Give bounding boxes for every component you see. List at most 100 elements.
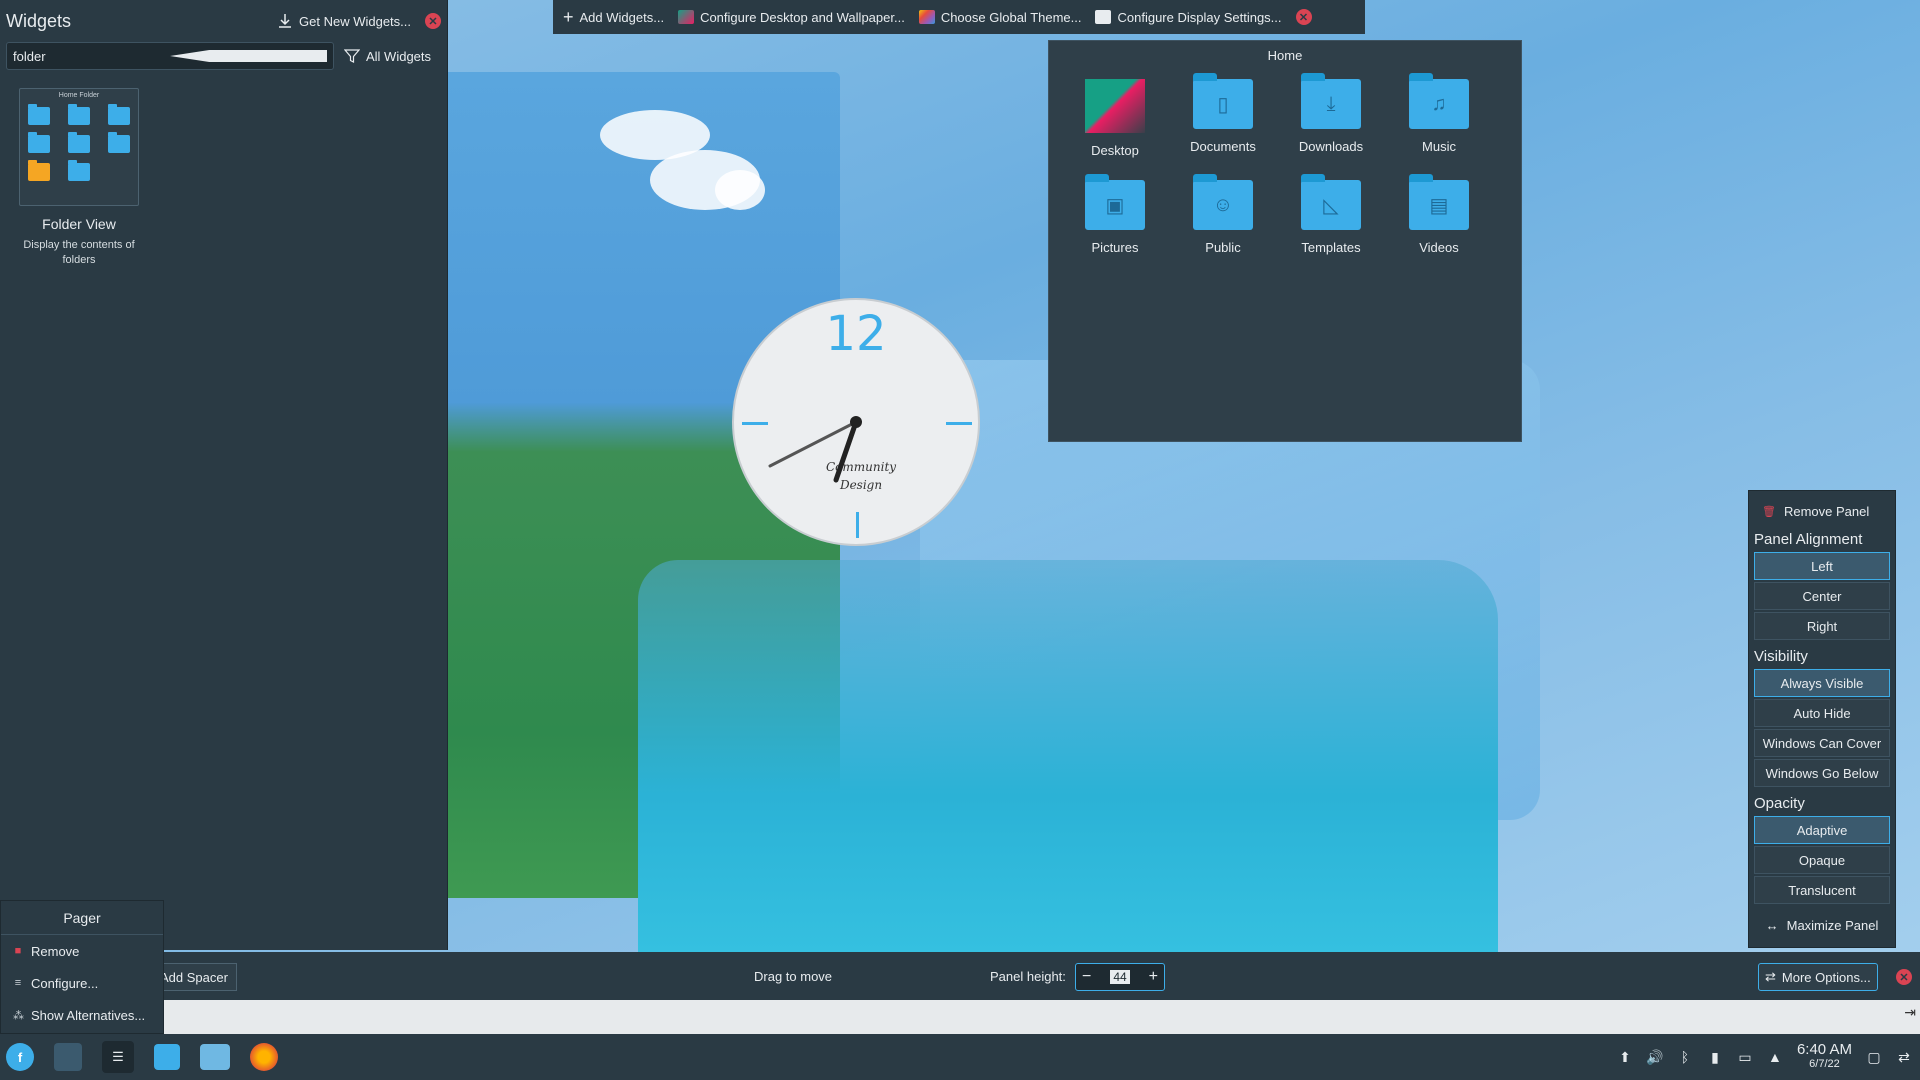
volume-icon[interactable]: 🔊 [1646, 1049, 1663, 1065]
more-options-button[interactable]: ⇄ More Options... [1758, 963, 1878, 991]
opacity-translucent-button[interactable]: Translucent [1754, 876, 1890, 904]
alignment-heading: Panel Alignment [1754, 531, 1863, 548]
folder-item-public[interactable]: ☺ Public [1169, 174, 1277, 255]
folder-item-desktop[interactable]: Desktop [1061, 79, 1169, 158]
folder-item-documents[interactable]: ▯ Documents [1169, 73, 1277, 158]
opacity-opaque-button[interactable]: Opaque [1754, 846, 1890, 874]
panel-ruler[interactable]: ⇥ [164, 1000, 1920, 1034]
desktop-folder-icon [1085, 79, 1145, 133]
music-folder-icon: ♫ [1409, 73, 1469, 129]
remove-panel-label: Remove Panel [1783, 503, 1870, 519]
widgets-header: Widgets Get New Widgets... ✕ [0, 0, 447, 42]
downloads-folder-icon: ⤓ [1301, 73, 1361, 129]
desktop-edit-toolbar: + Add Widgets... Configure Desktop and W… [553, 0, 1365, 34]
add-widgets-button[interactable]: + Add Widgets... [563, 7, 664, 28]
ruler-handle-icon[interactable]: ⇥ [1904, 1004, 1916, 1021]
panel-settings-icon[interactable]: ⇄ [1896, 1049, 1912, 1065]
clear-search-icon[interactable]: ✕ [170, 50, 327, 62]
opacity-adaptive-button[interactable]: Adaptive [1754, 816, 1890, 844]
pager-configure-item[interactable]: ≡ Configure... [1, 967, 163, 999]
network-icon[interactable]: ▭ [1737, 1049, 1753, 1065]
plus-icon: + [563, 6, 574, 27]
folder-item-downloads[interactable]: ⤓ Downloads [1277, 73, 1385, 158]
taskbar: f ☰ ⬆ 🔊 ᛒ ▮ ▭ ▲ 6:40 AM 6/7/22 ▢ ⇄ [0, 1034, 1920, 1080]
analog-clock-widget[interactable]: 12 Community Design [732, 298, 980, 546]
filter-icon [344, 49, 360, 63]
drag-to-move-handle[interactable]: Drag to move [754, 969, 832, 984]
settings-icon: ⇄ [1765, 969, 1776, 984]
visibility-always-visible-button[interactable]: Always Visible [1754, 669, 1890, 697]
folder-item-pictures[interactable]: ▣ Pictures [1061, 174, 1169, 255]
panel-edit-toolbar: Add Spacer Drag to move Panel height: − … [160, 952, 1920, 1000]
folder-item-templates[interactable]: ◺ Templates [1277, 174, 1385, 255]
folder-label: Videos [1419, 240, 1459, 255]
panel-height-value[interactable]: 44 [1110, 970, 1130, 984]
system-settings-icon[interactable]: ☰ [102, 1041, 134, 1073]
pager-alternatives-item[interactable]: ⁂ Show Alternatives... [1, 999, 163, 1031]
update-icon[interactable]: ⬆ [1617, 1049, 1633, 1065]
display-settings-button[interactable]: Configure Display Settings... [1095, 10, 1282, 25]
get-new-widgets-label: Get New Widgets... [299, 13, 411, 29]
digital-clock[interactable]: 6:40 AM 6/7/22 [1797, 1042, 1852, 1071]
theme-icon [918, 10, 935, 24]
widget-folder-view[interactable]: Home Folder Folder View Display the cont… [14, 88, 144, 268]
decrease-icon[interactable]: − [1082, 968, 1091, 986]
videos-folder-icon: ▤ [1409, 174, 1469, 230]
firefox-icon[interactable] [250, 1043, 278, 1071]
mini-folder-icon [28, 132, 50, 153]
folder-item-videos[interactable]: ▤ Videos [1385, 174, 1493, 255]
visibility-windows-can-cover-button[interactable]: Windows Can Cover [1754, 729, 1890, 757]
remove-panel-button[interactable]: 🗑 Remove Panel [1754, 497, 1890, 525]
mini-folder-icon [68, 132, 90, 153]
align-center-button[interactable]: Center [1754, 582, 1890, 610]
add-widgets-label: Add Widgets... [579, 9, 665, 25]
configure-desktop-button[interactable]: Configure Desktop and Wallpaper... [678, 10, 905, 25]
increase-icon[interactable]: + [1149, 968, 1158, 986]
folder-label: Downloads [1298, 139, 1364, 154]
panel-height-spinbox[interactable]: − 44 + [1075, 963, 1165, 991]
bluetooth-icon[interactable]: ᛒ [1677, 1049, 1693, 1065]
monitor-icon [1095, 10, 1112, 24]
download-icon [279, 14, 292, 28]
pager-alternatives-label: Show Alternatives... [31, 1007, 146, 1023]
widgets-filter-button[interactable]: All Widgets [344, 48, 431, 64]
file-manager-icon[interactable] [200, 1044, 230, 1070]
widgets-search-input[interactable]: folder ✕ [6, 42, 334, 70]
thumbnail-title: Home Folder [58, 92, 100, 99]
close-edit-mode-icon[interactable]: ✕ [1295, 9, 1312, 25]
search-value: folder [13, 48, 46, 64]
widgets-search-row: folder ✕ All Widgets [0, 42, 447, 70]
alternatives-icon: ⁂ [13, 1009, 24, 1022]
close-widgets-icon[interactable]: ✕ [425, 13, 441, 29]
maximize-panel-button[interactable]: ↔ Maximize Panel [1754, 910, 1890, 940]
visibility-auto-hide-button[interactable]: Auto Hide [1754, 699, 1890, 727]
choose-global-theme-label: Choose Global Theme... [940, 9, 1082, 25]
choose-global-theme-button[interactable]: Choose Global Theme... [918, 9, 1082, 25]
get-new-widgets-button[interactable]: Get New Widgets... [277, 13, 411, 29]
pager-icon[interactable] [54, 1043, 82, 1071]
align-right-button[interactable]: Right [1754, 612, 1890, 640]
system-tray: ⬆ 🔊 ᛒ ▮ ▭ ▲ 6:40 AM 6/7/22 ▢ ⇄ [1617, 1034, 1912, 1080]
battery-icon[interactable]: ▮ [1707, 1049, 1723, 1065]
folder-item-music[interactable]: ♫ Music [1385, 73, 1493, 158]
pager-remove-item[interactable]: ■ Remove [1, 935, 163, 967]
clock-center [850, 416, 862, 428]
mini-folder-icon [108, 104, 130, 125]
mini-folder-icon [28, 104, 50, 125]
discover-icon[interactable] [154, 1044, 180, 1070]
show-desktop-icon[interactable]: ▢ [1866, 1049, 1882, 1065]
tray-expand-icon[interactable]: ▲ [1767, 1049, 1783, 1065]
close-panel-edit-icon[interactable]: ✕ [1896, 969, 1912, 985]
folder-label: Templates [1301, 240, 1361, 255]
configure-icon: ≡ [14, 977, 22, 989]
home-folder-view: Home Desktop ▯ Documents ⤓ Downloads ♫ M… [1048, 40, 1522, 442]
configure-desktop-label: Configure Desktop and Wallpaper... [700, 9, 905, 25]
visibility-windows-go-below-button[interactable]: Windows Go Below [1754, 759, 1890, 787]
thumbnail-folder-grid [20, 99, 138, 181]
pictures-folder-icon: ▣ [1085, 174, 1145, 230]
opacity-heading: Opacity [1754, 795, 1805, 812]
add-spacer-button[interactable]: Add Spacer [160, 963, 237, 991]
app-launcher-icon[interactable]: f [6, 1043, 34, 1071]
panel-height-label: Panel height: [990, 968, 1066, 984]
align-left-button[interactable]: Left [1754, 552, 1890, 580]
